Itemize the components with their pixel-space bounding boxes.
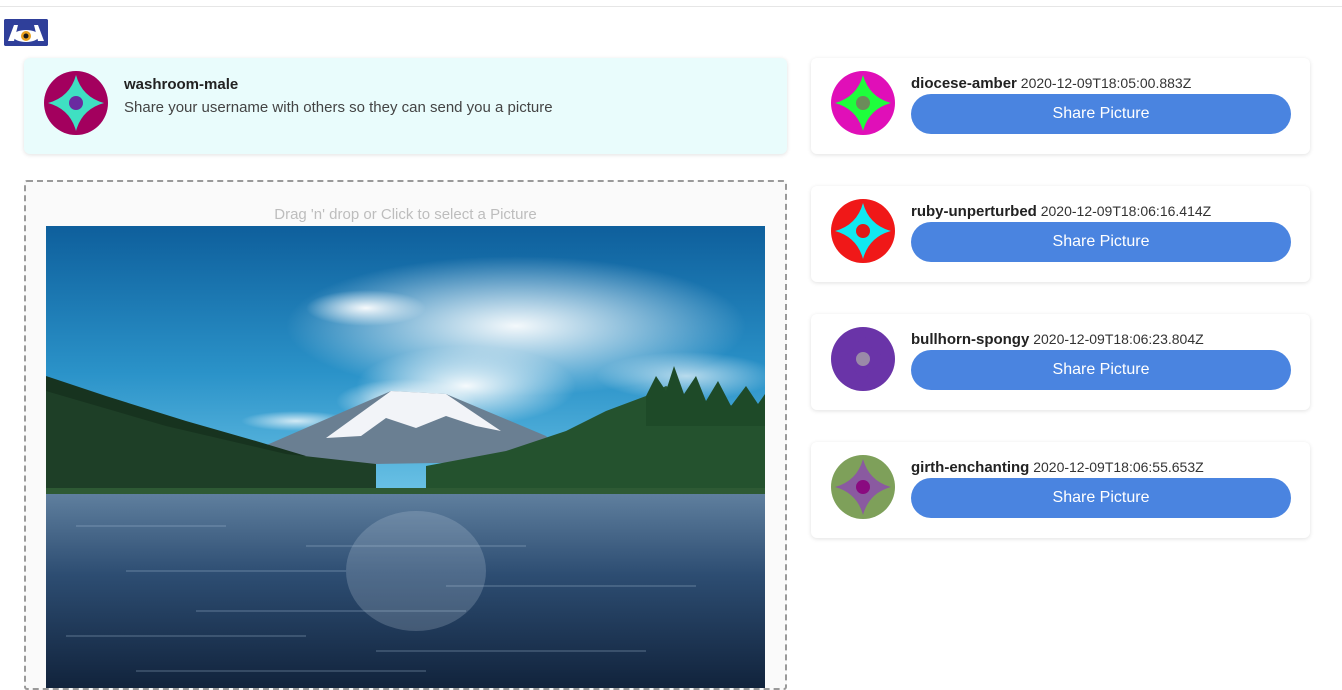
eye-camera-logo-icon[interactable]: [4, 19, 48, 46]
geometric-avatar-icon: [831, 455, 895, 524]
share-picture-button[interactable]: Share Picture: [911, 478, 1291, 518]
share-picture-button[interactable]: Share Picture: [911, 222, 1291, 262]
user-card: ruby-unperturbed 2020-12-09T18:06:16.414…: [811, 186, 1310, 282]
my-username: washroom-male: [124, 76, 239, 93]
share-picture-button[interactable]: Share Picture: [911, 94, 1291, 134]
user-timestamp: 2020-12-09T18:06:16.414Z: [1040, 203, 1212, 219]
browser-top-edge: [0, 0, 1342, 7]
user-username: diocese-amber: [911, 75, 1017, 92]
user-info: bullhorn-spongy 2020-12-09T18:06:23.804Z: [911, 331, 1204, 348]
geometric-avatar-icon: [831, 199, 895, 268]
picture-dropzone[interactable]: Drag 'n' drop or Click to select a Pictu…: [24, 180, 787, 690]
geometric-avatar-icon: [831, 327, 895, 396]
user-username: girth-enchanting: [911, 459, 1030, 476]
user-timestamp: 2020-12-09T18:06:55.653Z: [1033, 459, 1204, 475]
user-timestamp: 2020-12-09T18:05:00.883Z: [1020, 75, 1192, 91]
user-username: ruby-unperturbed: [911, 203, 1037, 220]
selected-picture: [46, 226, 765, 688]
user-card: bullhorn-spongy 2020-12-09T18:06:23.804Z…: [811, 314, 1310, 410]
user-timestamp: 2020-12-09T18:06:23.804Z: [1033, 331, 1204, 347]
user-card: girth-enchanting 2020-12-09T18:06:55.653…: [811, 442, 1310, 538]
dropzone-label: Drag 'n' drop or Click to select a Pictu…: [274, 206, 537, 223]
user-info: girth-enchanting 2020-12-09T18:06:55.653…: [911, 459, 1204, 476]
geometric-avatar-icon: [831, 71, 895, 140]
user-card: diocese-amber 2020-12-09T18:05:00.883Z S…: [811, 58, 1310, 154]
geometric-avatar-icon: [44, 71, 108, 140]
user-info: ruby-unperturbed 2020-12-09T18:06:16.414…: [911, 203, 1211, 220]
share-picture-button[interactable]: Share Picture: [911, 350, 1291, 390]
share-username-hint: Share your username with others so they …: [124, 99, 553, 116]
user-username: bullhorn-spongy: [911, 331, 1030, 348]
user-info: diocese-amber 2020-12-09T18:05:00.883Z: [911, 75, 1191, 92]
my-username-card: washroom-male Share your username with o…: [24, 58, 787, 154]
